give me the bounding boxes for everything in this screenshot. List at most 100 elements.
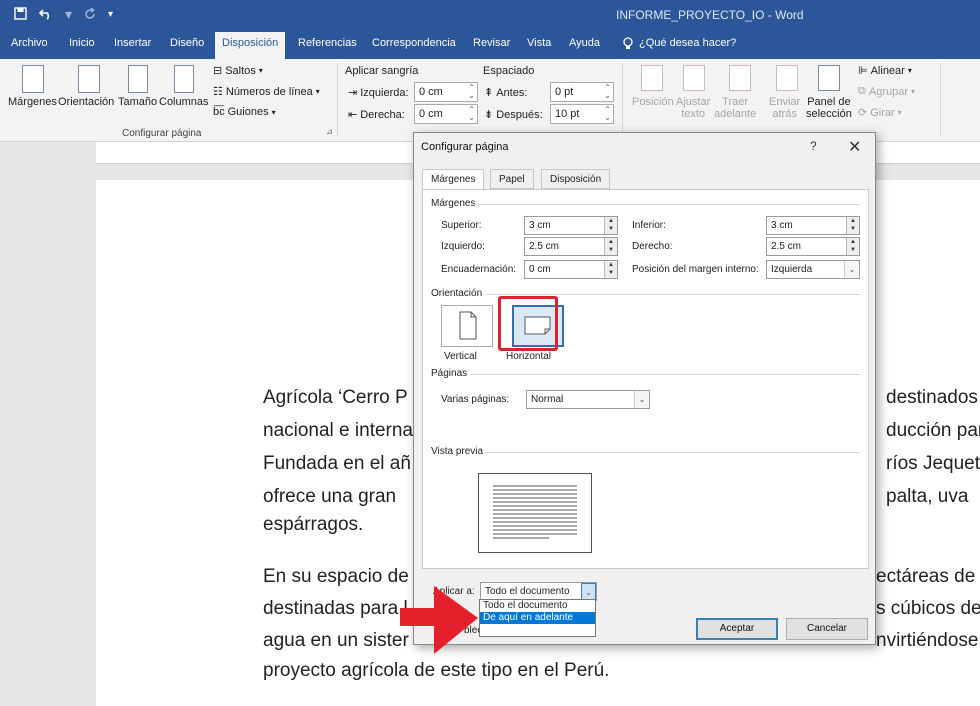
doc-line: espárragos. xyxy=(263,514,364,535)
spinner-icon[interactable]: ▲ ▼ xyxy=(604,261,617,278)
spacing-after-input[interactable]: 10 pt ⌃ ⌄ xyxy=(550,104,614,124)
encuadernacion-label: Encuadernación: xyxy=(441,264,517,275)
tell-me-box[interactable]: ¿Qué desea hacer? xyxy=(623,37,736,53)
tab-vista[interactable]: Vista xyxy=(527,37,551,49)
line-numbers-button[interactable]: ☷ Números de línea ▾ xyxy=(213,85,320,99)
inferior-label: Inferior: xyxy=(632,220,666,231)
bring-forward-button[interactable]: Traer adelante xyxy=(714,96,756,120)
preview-lines xyxy=(493,485,577,539)
inferior-input[interactable]: 3 cm ▲ ▼ xyxy=(766,216,860,235)
vertical-orientation-button[interactable] xyxy=(441,305,493,347)
rotate-button[interactable]: ⟳ Girar ▾ xyxy=(858,106,902,120)
superior-label: Superior: xyxy=(441,220,482,231)
derecho-input[interactable]: 2.5 cm ▲ ▼ xyxy=(766,237,860,256)
position-button[interactable]: Posición xyxy=(632,96,674,108)
hyphenation-button[interactable]: b͞c Guiones ▾ xyxy=(213,106,276,118)
redo-icon[interactable] xyxy=(84,6,96,23)
cancelar-button[interactable]: Cancelar xyxy=(786,618,868,640)
superior-input[interactable]: 3 cm ▲ ▼ xyxy=(524,216,618,235)
spacing-before-label: ⇞ Antes: xyxy=(484,86,528,100)
group-separator xyxy=(622,63,623,137)
derecho-label: Derecho: xyxy=(632,241,673,252)
varias-paginas-select[interactable]: Normal ⌄ xyxy=(526,390,650,409)
orientation-button[interactable]: Orientación xyxy=(58,96,114,108)
izquierdo-input[interactable]: 2.5 cm ▲ ▼ xyxy=(524,237,618,256)
aplicar-a-dropdown-list: Todo el documento De aquí en adelante xyxy=(479,599,596,637)
spinner-icon[interactable]: ▲ ▼ xyxy=(846,238,859,255)
spinner-icon[interactable]: ▲ ▼ xyxy=(846,217,859,234)
encuadernacion-input[interactable]: 0 cm ▲ ▼ xyxy=(524,260,618,279)
tab-disposicion-dialog[interactable]: Disposición xyxy=(541,169,611,189)
columns-button[interactable]: Columnas xyxy=(159,96,209,108)
tab-margenes[interactable]: Márgenes xyxy=(422,169,485,190)
indent-right-input[interactable]: 0 cm ⌃ ⌄ xyxy=(414,104,478,124)
posicion-margen-label: Posición del margen interno: xyxy=(632,264,759,275)
spinner-icon[interactable]: ▲ ▼ xyxy=(604,238,617,255)
tab-archivo[interactable]: Archivo xyxy=(11,37,48,49)
option-todo-documento[interactable]: Todo el documento xyxy=(480,600,595,612)
aceptar-button[interactable]: Aceptar xyxy=(696,618,778,640)
margins-button[interactable]: Márgenes xyxy=(8,96,57,108)
dialog-panel: Márgenes Superior: 3 cm ▲ ▼ Inferior: 3 cm… xyxy=(422,189,869,601)
doc-line-right: destinados pa xyxy=(886,387,980,408)
portrait-page-icon xyxy=(459,311,477,340)
align-button[interactable]: ⊫ Alinear ▾ xyxy=(858,64,912,78)
group-separator xyxy=(337,63,338,137)
doc-line: ofrece una gran xyxy=(263,486,397,507)
size-icon xyxy=(128,65,148,93)
customize-qat-icon[interactable]: ▾ xyxy=(108,9,113,20)
tab-referencias[interactable]: Referencias xyxy=(298,37,357,49)
wrap-text-button[interactable]: Ajustar texto xyxy=(676,96,710,120)
chevron-down-icon[interactable]: ⌄ xyxy=(581,583,596,600)
doc-line: nacional e interna xyxy=(263,420,413,441)
section-vista-previa: Vista previa xyxy=(431,446,484,457)
doc-line: En su espacio de xyxy=(263,566,409,587)
option-de-aqui-en-adelante[interactable]: De aquí en adelante xyxy=(480,612,595,624)
undo-dropdown-icon[interactable]: ▾ xyxy=(65,6,72,23)
help-button[interactable]: ? xyxy=(810,139,817,153)
tab-revisar[interactable]: Revisar xyxy=(473,37,510,49)
breaks-button[interactable]: ⊟ Saltos ▾ xyxy=(213,64,263,78)
selection-pane-icon xyxy=(818,65,840,91)
group-separator xyxy=(940,63,941,137)
chevron-down-icon[interactable]: ⌄ xyxy=(844,261,859,278)
posicion-margen-select[interactable]: Izquierda ⌄ xyxy=(766,260,860,279)
size-button[interactable]: Tamaño xyxy=(118,96,157,108)
spacing-before-input[interactable]: 0 pt ⌃ ⌄ xyxy=(550,82,614,102)
indent-left-icon: ⇥ xyxy=(348,87,358,99)
tab-insertar[interactable]: Insertar xyxy=(114,37,151,49)
tab-correspondencia[interactable]: Correspondencia xyxy=(372,37,456,49)
dialog-title: Configurar página xyxy=(421,141,509,153)
tab-inicio[interactable]: Inicio xyxy=(69,37,95,49)
section-paginas: Páginas xyxy=(431,368,468,379)
position-icon xyxy=(641,65,663,91)
spacing-before-icon: ⇞ xyxy=(484,87,494,99)
tab-disposicion[interactable]: Disposición xyxy=(215,32,286,59)
rotate-icon: ⟳ xyxy=(858,107,868,119)
close-icon[interactable]: ✕ xyxy=(848,137,861,157)
send-backward-button[interactable]: Enviar atrás xyxy=(769,96,800,120)
indent-right-icon: ⇤ xyxy=(348,109,358,121)
group-button[interactable]: ⧉ Agrupar ▾ xyxy=(858,85,915,98)
indent-right-label: ⇤ Derecha: xyxy=(348,108,405,122)
doc-line-right: ectáreas de t xyxy=(876,566,980,587)
chevron-down-icon[interactable]: ⌄ xyxy=(634,391,649,408)
hyphenation-icon: b͞c xyxy=(213,106,225,118)
undo-icon[interactable] xyxy=(38,7,53,23)
align-icon: ⊫ xyxy=(858,65,868,77)
indent-left-input[interactable]: 0 cm ⌃ ⌄ xyxy=(414,82,478,102)
doc-line-right: s cúbicos de xyxy=(876,598,980,619)
wrap-text-icon xyxy=(683,65,705,91)
send-backward-icon xyxy=(776,65,798,91)
tab-papel[interactable]: Papel xyxy=(490,169,534,189)
spinner-icon[interactable]: ▲ ▼ xyxy=(604,217,617,234)
red-arrow-annotation xyxy=(400,586,478,654)
horizontal-label: Horizontal xyxy=(506,351,552,362)
group-label-configurar: Configurar página xyxy=(122,128,202,139)
selection-pane-button[interactable]: Panel de selección xyxy=(806,96,852,120)
save-icon[interactable] xyxy=(14,6,27,23)
page-setup-launcher-icon[interactable]: ⊿ xyxy=(326,127,333,136)
tab-ayuda[interactable]: Ayuda xyxy=(569,37,600,49)
spacing-heading: Espaciado xyxy=(483,65,535,77)
tab-diseno[interactable]: Diseño xyxy=(170,37,204,49)
